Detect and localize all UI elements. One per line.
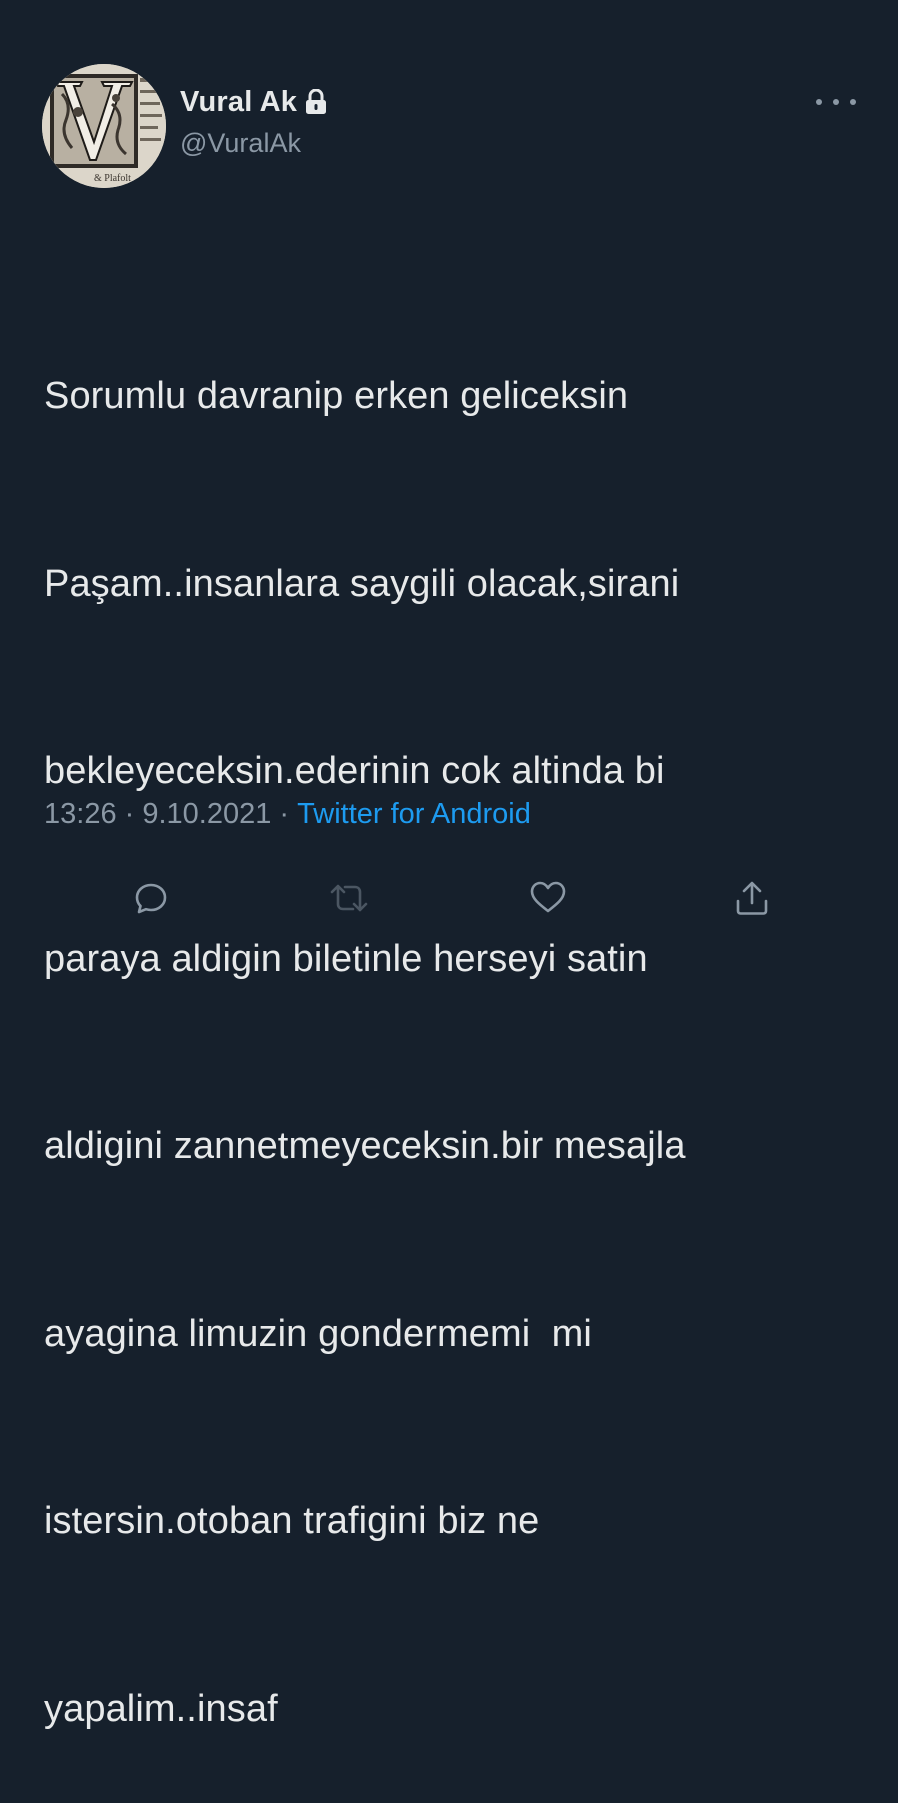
share-icon bbox=[736, 881, 768, 915]
retweet-button[interactable] bbox=[327, 876, 371, 920]
tweet-text-line: paraya aldigin biletinle herseyi satin bbox=[44, 937, 648, 980]
lock-icon bbox=[305, 89, 327, 115]
tweet-actions-bar bbox=[0, 876, 898, 924]
author-name-row[interactable]: Vural Ak bbox=[180, 84, 327, 120]
tweet-text-line: bekleyeceksin.ederinin cok altinda bi bbox=[44, 750, 665, 792]
avatar[interactable]: & Plafolt bbox=[42, 64, 166, 188]
tweet-text-line: Paşam..insanlara saygili olacak,sirani bbox=[44, 562, 680, 605]
more-options-button[interactable] bbox=[816, 92, 856, 112]
avatar-image: & Plafolt bbox=[42, 64, 166, 188]
author-handle[interactable]: @VuralAk bbox=[180, 128, 301, 159]
more-dot-icon bbox=[850, 99, 856, 105]
meta-separator: · bbox=[116, 798, 143, 830]
tweet-text-line: aldigini zannetmeyeceksin.bir mesajla bbox=[44, 1125, 686, 1167]
reply-icon bbox=[135, 883, 167, 914]
tweet-source-link[interactable]: Twitter for Android bbox=[297, 798, 531, 831]
tweet-meta: 13:26 · 9.10.2021 · Twitter for Android bbox=[44, 798, 531, 831]
like-button[interactable] bbox=[526, 876, 570, 920]
tweet-date[interactable]: 9.10.2021 bbox=[142, 798, 271, 831]
tweet-text-line: istersin.otoban trafigini biz ne bbox=[44, 1500, 540, 1542]
tweet-text-line: ayagina limuzin gondermemi mi bbox=[44, 1312, 592, 1355]
reply-button[interactable] bbox=[129, 876, 173, 920]
more-dot-icon bbox=[833, 99, 839, 105]
more-dot-icon bbox=[816, 99, 822, 105]
avatar-caption: & Plafolt bbox=[94, 173, 131, 184]
tweet-text-line: yapalim..insaf bbox=[44, 1687, 278, 1730]
tweet-time[interactable]: 13:26 bbox=[44, 798, 117, 831]
author-name[interactable]: Vural Ak bbox=[180, 86, 297, 119]
share-button[interactable] bbox=[730, 876, 774, 920]
heart-icon bbox=[530, 881, 566, 913]
tweet-text: Sorumlu davranip erken geliceksin Paşam.… bbox=[44, 240, 874, 1803]
meta-separator: · bbox=[271, 798, 298, 830]
tweet-text-line: Sorumlu davranip erken geliceksin bbox=[44, 375, 629, 417]
retweet-icon bbox=[330, 884, 368, 912]
